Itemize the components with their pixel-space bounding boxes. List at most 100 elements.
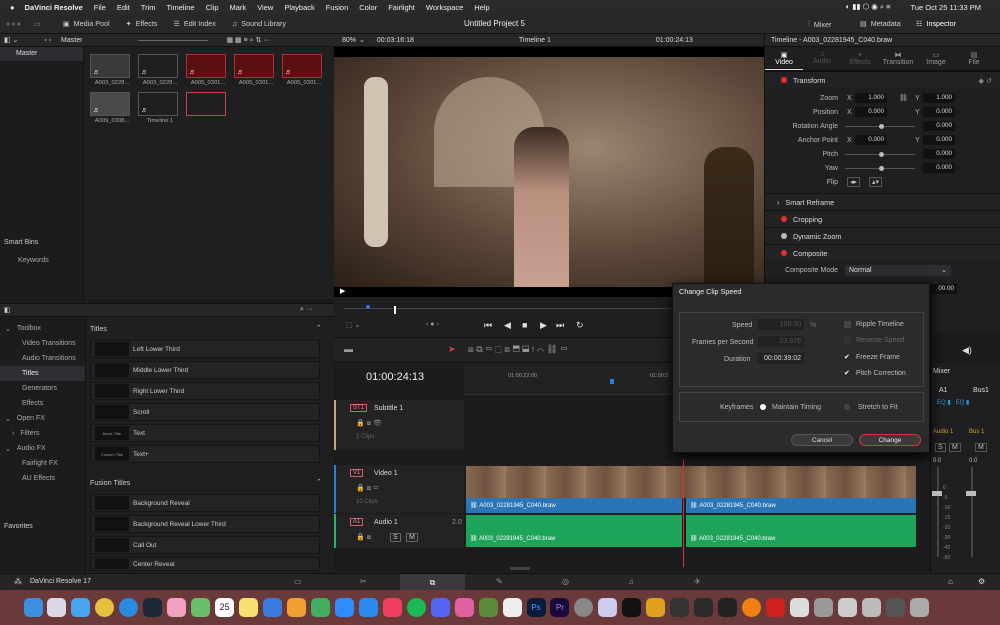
title-item[interactable]: Right Lower Third xyxy=(90,382,320,400)
audio-clip[interactable]: ⛓ A003_02281945_C040.braw xyxy=(466,515,682,547)
ripple-checkbox[interactable] xyxy=(844,321,851,328)
volume-icon[interactable]: ◀) xyxy=(962,345,972,356)
clip-thumbnail[interactable]: ♬ A005_0301... xyxy=(282,54,326,86)
inspector-button[interactable]: ☷ Inspector xyxy=(908,19,964,28)
tab-effects[interactable]: ✦ Effects xyxy=(841,47,879,70)
tree-titles[interactable]: Titles xyxy=(0,366,85,381)
tree-filters[interactable]: › Filters xyxy=(0,426,85,441)
tree-fairlight-fx[interactable]: Fairlight FX xyxy=(0,456,85,471)
tree-video-transitions[interactable]: Video Transitions xyxy=(0,336,85,351)
pitch-field[interactable]: 0.000 xyxy=(923,149,955,159)
clip-thumbnail[interactable]: ♬ Timeline 1 xyxy=(138,92,182,124)
viewer-timeline-name[interactable]: Timeline 1 xyxy=(519,37,551,44)
numbers-icon[interactable] xyxy=(310,598,330,617)
track-control-icons[interactable]: 🔒 ⧇ 👁 xyxy=(356,419,382,428)
music-icon[interactable] xyxy=(382,598,402,617)
home-icon[interactable]: ⌂ xyxy=(948,577,953,586)
tree-effects[interactable]: Effects xyxy=(0,396,85,411)
metadata-button[interactable]: ▤ Metadata xyxy=(852,19,909,28)
app-icon[interactable] xyxy=(885,598,905,617)
app-icon[interactable] xyxy=(718,598,738,617)
viewer-zoom-chevron-icon[interactable]: ⌄ xyxy=(359,36,365,44)
epic-games-icon[interactable] xyxy=(622,598,642,617)
enable-dot-icon[interactable] xyxy=(781,216,787,222)
app-icon[interactable] xyxy=(790,598,809,617)
calendar-icon[interactable]: 25 xyxy=(215,598,235,617)
menu-trim[interactable]: Trim xyxy=(141,3,156,12)
effects-sidebar-toggle-icon[interactable]: ◧ xyxy=(4,306,11,314)
apple-icon[interactable]: ● xyxy=(10,3,15,12)
tab-audio[interactable]: ♫ Audio xyxy=(803,47,841,70)
transform-mode-icon[interactable]: ⬚ ⌄ xyxy=(346,321,360,329)
loop-icon[interactable]: ↻ xyxy=(576,320,584,331)
downloads-icon[interactable] xyxy=(813,598,833,617)
anchor-x-field[interactable]: 0.000 xyxy=(855,135,887,145)
launchpad-icon[interactable] xyxy=(47,598,67,617)
sound-library-button[interactable]: ♫ Sound Library xyxy=(224,19,294,28)
tree-audio-fx[interactable]: ⌄ Audio FX xyxy=(0,441,85,456)
davinci-icon[interactable] xyxy=(694,598,714,617)
bin-master[interactable]: Master xyxy=(0,47,83,61)
menu-timeline[interactable]: Timeline xyxy=(167,3,195,12)
tab-file[interactable]: ▤ File xyxy=(955,47,993,70)
mute-button[interactable]: M xyxy=(406,533,418,542)
flip-horizontal-icon[interactable]: ◂▸ xyxy=(847,177,861,187)
playhead-marker[interactable] xyxy=(394,306,396,314)
mute-button[interactable]: M xyxy=(975,443,987,452)
tree-audio-transitions[interactable]: Audio Transitions xyxy=(0,351,85,366)
smart-reframe-section[interactable]: › Smart Reframe xyxy=(765,193,1000,210)
tab-image[interactable]: ▭ Image xyxy=(917,47,955,70)
solo-button[interactable]: S xyxy=(390,533,401,542)
page-edit-tab[interactable]: ⧉ xyxy=(400,574,465,591)
viewer-zoom[interactable]: 80% xyxy=(342,37,356,44)
flip-vertical-icon[interactable]: ▴▾ xyxy=(869,177,883,187)
reverse-checkbox[interactable] xyxy=(844,337,851,344)
cropping-section[interactable]: Cropping xyxy=(765,210,1000,227)
page-color-icon[interactable]: ◎ xyxy=(562,577,569,586)
zoom-y-field[interactable]: 1.000 xyxy=(923,93,955,103)
fusion-title-item[interactable]: Center Reveal xyxy=(90,557,320,571)
app-icon[interactable] xyxy=(837,598,857,617)
rotation-field[interactable]: 0.000 xyxy=(923,121,955,131)
composite-section[interactable]: Composite xyxy=(765,244,1000,261)
steam-icon[interactable] xyxy=(143,598,163,617)
fps-field[interactable]: 23.976 xyxy=(758,336,804,347)
mail-icon[interactable] xyxy=(71,598,91,617)
menu-help[interactable]: Help xyxy=(474,3,489,12)
effects-button[interactable]: ✦ Effects xyxy=(118,19,166,28)
title-item[interactable]: Basic Title Text xyxy=(90,424,320,442)
reset-icon[interactable]: ◆ ↺ xyxy=(978,76,992,85)
clip-thumbnail[interactable]: ♬ A005_0301... xyxy=(186,54,230,86)
tab-transition[interactable]: ⧓ Transition xyxy=(879,47,917,70)
clip-thumbnail[interactable]: ♬ A005_0301... xyxy=(234,54,278,86)
jog-icon[interactable]: ‹ ● › xyxy=(426,321,439,328)
skip-forward-icon[interactable]: ⏭ xyxy=(556,320,564,331)
effects-search-icon[interactable]: ⌕ ··· xyxy=(300,306,313,314)
tree-open-fx[interactable]: ⌄ Open FX xyxy=(0,411,85,426)
position-y-field[interactable]: 0.000 xyxy=(923,107,955,117)
tree-au-effects[interactable]: AU Effects xyxy=(0,471,85,486)
clip-thumbnail[interactable]: ♬ A009_0308... xyxy=(90,92,134,124)
play-icon[interactable]: ▶ xyxy=(540,320,547,331)
fader-track[interactable] xyxy=(971,467,973,557)
vlc-icon[interactable] xyxy=(742,598,762,617)
monitor-icon[interactable]: ▭ xyxy=(34,19,41,28)
selection-tool-icon[interactable]: ➤ xyxy=(448,344,456,355)
menu-fusion[interactable]: Fusion xyxy=(326,3,349,12)
play-reverse-icon[interactable]: ◀ xyxy=(504,320,511,331)
yaw-slider[interactable] xyxy=(845,165,915,171)
appstore-icon[interactable] xyxy=(358,598,378,617)
app-icon[interactable] xyxy=(861,598,881,617)
position-x-field[interactable]: 0.000 xyxy=(855,107,887,117)
tree-generators[interactable]: Generators xyxy=(0,381,85,396)
pages-icon[interactable] xyxy=(286,598,306,617)
video-clip-thumbs[interactable] xyxy=(466,466,916,498)
status-icons[interactable]: ◐ ▮▮ ⬡ ◉ ⌕ ≡ xyxy=(846,2,891,12)
fusion-title-item[interactable]: Background Reveal xyxy=(90,494,320,512)
page-deliver-icon[interactable]: ✈ xyxy=(694,577,701,586)
audio-clip[interactable]: ⛓ A003_02281945_C040.braw xyxy=(686,515,916,547)
view-icons[interactable]: ▦ ▦ ≡ ⌕ ⇅ ··· xyxy=(226,36,270,45)
skip-back-icon[interactable]: ⏮ xyxy=(484,320,492,331)
acrobat-icon[interactable] xyxy=(766,598,786,617)
link-icon[interactable]: ⛓ xyxy=(899,94,908,102)
